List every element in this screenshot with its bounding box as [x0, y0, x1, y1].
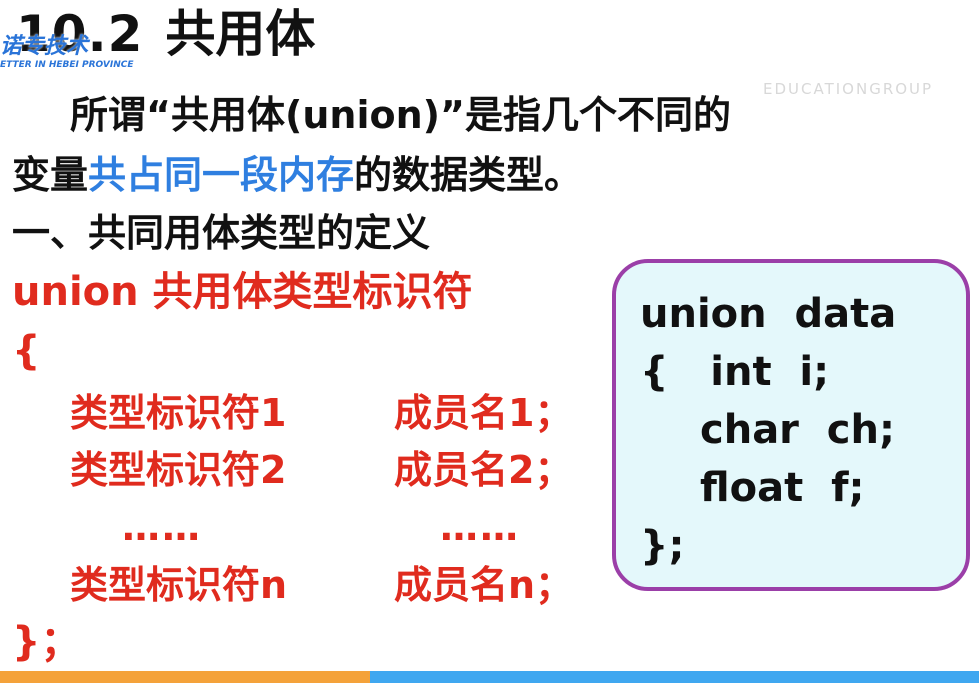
member-name-n: 成员名n；	[394, 563, 574, 607]
ellipsis-name: ……	[440, 505, 520, 549]
member-name-1: 成员名1；	[394, 391, 573, 435]
member-type-n: 类型标识符n	[70, 563, 288, 607]
intro-text-c: 的数据类型。	[354, 153, 583, 197]
member-name-2: 成员名2；	[394, 448, 573, 492]
example-line-3: char ch;	[700, 407, 895, 453]
syntax-close-brace: }；	[12, 619, 81, 665]
ellipsis-type: ……	[122, 505, 202, 549]
example-line-4: float f;	[700, 465, 865, 511]
watermark: EDUCATIONGROUP	[763, 80, 934, 98]
syntax-header: union 共用体类型标识符	[12, 269, 473, 315]
intro-line-2: 变量共占同一段内存的数据类型。	[12, 152, 582, 198]
example-code-box: union data { int i; char ch; float f; };	[612, 259, 970, 591]
section-heading: 一、共同用体类型的定义	[12, 211, 431, 255]
intro-highlight: 共占同一段内存	[88, 153, 355, 197]
title-text: 共用体	[165, 5, 316, 63]
footer-bar-blue	[370, 671, 979, 683]
member-type-1: 类型标识符1	[70, 391, 287, 435]
logo-subtext: ETTER IN HEBEI PROVINCE	[0, 60, 134, 70]
example-line-2: { int i;	[640, 349, 830, 395]
intro-line-1: 所谓“共用体(union)”是指几个不同的	[70, 93, 731, 137]
logo-text: 诺专技术	[0, 34, 89, 59]
member-type-2: 类型标识符2	[70, 448, 287, 492]
footer-bar-orange	[0, 671, 370, 683]
syntax-open-brace: {	[12, 328, 41, 374]
example-line-5: };	[640, 523, 685, 569]
logo: 诺专技术 ETTER IN HEBEI PROVINCE	[0, 34, 133, 70]
intro-text-a: 变量	[12, 153, 89, 197]
example-line-1: union data	[640, 291, 897, 337]
